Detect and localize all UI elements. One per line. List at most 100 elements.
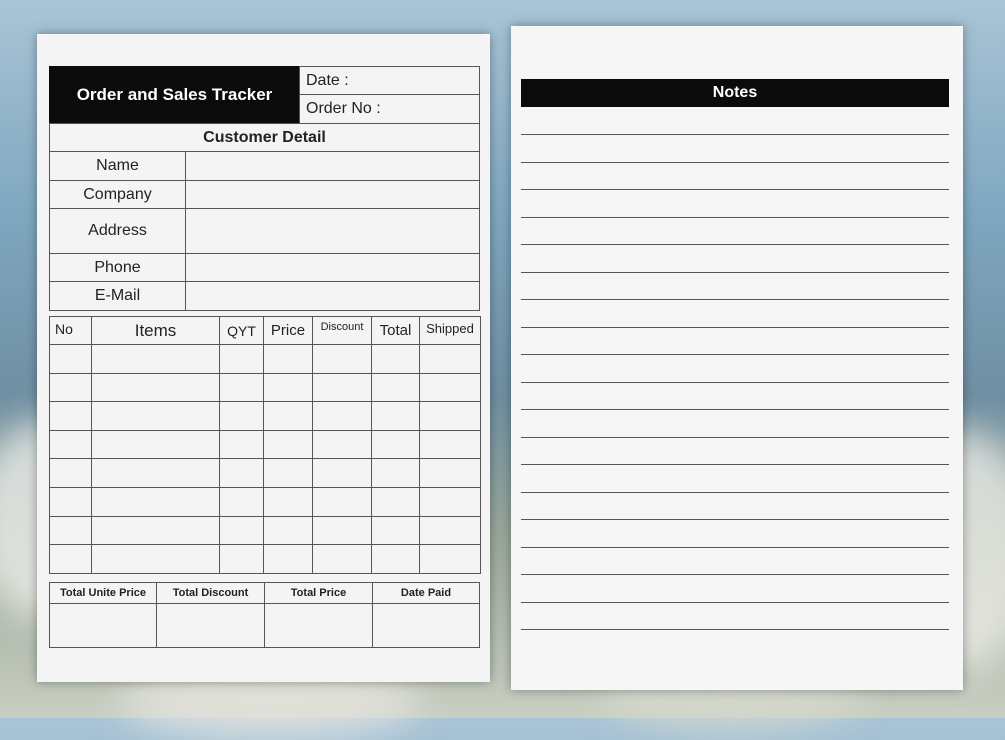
order-no-field[interactable]: Order No : — [299, 94, 480, 124]
item-cell-discount[interactable] — [312, 544, 372, 574]
note-line[interactable] — [521, 436, 949, 438]
item-cell-qyt[interactable] — [219, 344, 264, 374]
item-cell-shipped[interactable] — [419, 544, 481, 574]
item-cell-price[interactable] — [263, 429, 313, 460]
item-cell-price[interactable] — [263, 515, 313, 546]
item-cell-qyt[interactable] — [219, 458, 264, 488]
item-cell-discount[interactable] — [312, 487, 372, 517]
note-line[interactable] — [521, 244, 949, 245]
summary-head-unit-price: Total Unite Price — [49, 582, 157, 604]
item-cell-no[interactable] — [49, 515, 92, 546]
item-cell-total[interactable] — [371, 544, 420, 574]
item-cell-items[interactable] — [91, 487, 220, 517]
item-cell-shipped[interactable] — [419, 372, 481, 403]
note-line[interactable] — [521, 409, 949, 410]
item-cell-items[interactable] — [91, 372, 220, 403]
note-line[interactable] — [521, 574, 949, 575]
email-input[interactable] — [185, 281, 480, 311]
item-cell-no[interactable] — [49, 544, 92, 574]
item-cell-shipped[interactable] — [419, 344, 481, 374]
item-cell-items[interactable] — [91, 544, 220, 574]
item-cell-total[interactable] — [371, 372, 420, 403]
company-input[interactable] — [185, 180, 480, 209]
email-label: E-Mail — [49, 281, 186, 311]
item-cell-qyt[interactable] — [219, 372, 264, 403]
item-cell-total[interactable] — [371, 401, 420, 431]
note-line[interactable] — [521, 519, 949, 520]
item-cell-price[interactable] — [263, 372, 313, 403]
note-line[interactable] — [521, 354, 949, 355]
summary-head-total-price: Total Price — [264, 582, 373, 604]
note-line[interactable] — [521, 601, 949, 603]
note-line[interactable] — [521, 491, 949, 493]
item-cell-price[interactable] — [263, 401, 313, 431]
address-input[interactable] — [185, 208, 480, 254]
item-cell-price[interactable] — [263, 487, 313, 517]
date-field[interactable]: Date : — [299, 66, 480, 95]
item-cell-total[interactable] — [371, 429, 420, 460]
column-header-total: Total — [371, 316, 420, 345]
item-cell-no[interactable] — [49, 372, 92, 403]
note-line[interactable] — [521, 464, 949, 465]
item-cell-shipped[interactable] — [419, 458, 481, 488]
item-cell-no[interactable] — [49, 344, 92, 374]
item-cell-qyt[interactable] — [219, 515, 264, 546]
item-cell-shipped[interactable] — [419, 487, 481, 517]
note-line[interactable] — [521, 189, 949, 190]
item-cell-shipped[interactable] — [419, 515, 481, 546]
column-header-no: No — [49, 316, 92, 345]
item-cell-items[interactable] — [91, 429, 220, 460]
item-cell-discount[interactable] — [312, 344, 372, 374]
item-cell-discount[interactable] — [312, 458, 372, 488]
note-line[interactable] — [521, 161, 949, 163]
column-header-qyt: QYT — [219, 316, 264, 345]
summary-date-paid-input[interactable] — [372, 603, 480, 648]
summary-discount-input[interactable] — [156, 603, 265, 648]
note-line[interactable] — [521, 546, 949, 548]
item-cell-qyt[interactable] — [219, 487, 264, 517]
item-cell-discount[interactable] — [312, 401, 372, 431]
note-line[interactable] — [521, 134, 949, 135]
item-cell-price[interactable] — [263, 344, 313, 374]
note-line[interactable] — [521, 326, 949, 328]
item-cell-qyt[interactable] — [219, 401, 264, 431]
summary-unit-price-input[interactable] — [49, 603, 157, 648]
item-cell-total[interactable] — [371, 344, 420, 374]
column-header-discount: Discount — [312, 316, 372, 345]
item-cell-price[interactable] — [263, 544, 313, 574]
name-label-text: Name — [96, 157, 139, 174]
item-cell-no[interactable] — [49, 458, 92, 488]
note-line[interactable] — [521, 381, 949, 383]
phone-input[interactable] — [185, 253, 480, 282]
note-line[interactable] — [521, 271, 949, 273]
item-cell-shipped[interactable] — [419, 429, 481, 460]
order-tracker-page: Order and Sales Tracker Date : Order No … — [37, 34, 490, 682]
column-header-items: Items — [91, 316, 220, 345]
item-cell-no[interactable] — [49, 487, 92, 517]
company-label-text: Company — [83, 185, 152, 203]
notes-page: Notes — [511, 26, 963, 690]
item-cell-items[interactable] — [91, 344, 220, 374]
item-cell-qyt[interactable] — [219, 544, 264, 574]
item-cell-no[interactable] — [49, 401, 92, 431]
item-cell-items[interactable] — [91, 515, 220, 546]
item-cell-total[interactable] — [371, 487, 420, 517]
item-cell-total[interactable] — [371, 458, 420, 488]
item-cell-shipped[interactable] — [419, 401, 481, 431]
name-input[interactable] — [185, 151, 480, 181]
item-cell-qyt[interactable] — [219, 429, 264, 460]
item-cell-items[interactable] — [91, 458, 220, 488]
company-label: Company — [49, 180, 186, 209]
item-cell-total[interactable] — [371, 515, 420, 546]
customer-detail-heading: Customer Detail — [49, 123, 480, 152]
item-cell-items[interactable] — [91, 401, 220, 431]
item-cell-discount[interactable] — [312, 515, 372, 546]
note-line[interactable] — [521, 299, 949, 300]
item-cell-discount[interactable] — [312, 429, 372, 460]
item-cell-discount[interactable] — [312, 372, 372, 403]
item-cell-price[interactable] — [263, 458, 313, 488]
summary-total-price-input[interactable] — [264, 603, 373, 648]
note-line[interactable] — [521, 629, 949, 630]
item-cell-no[interactable] — [49, 429, 92, 460]
note-line[interactable] — [521, 216, 949, 218]
